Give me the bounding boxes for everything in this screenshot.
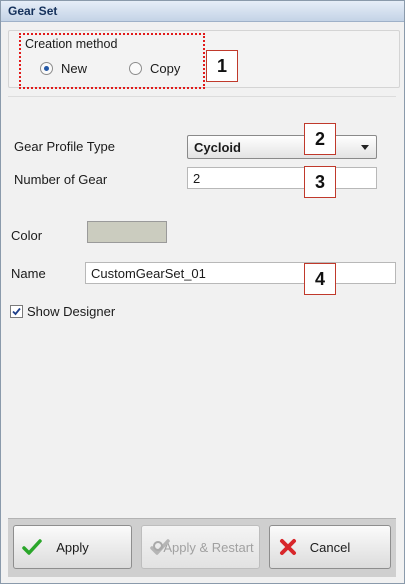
chevron-down-icon[interactable] — [361, 145, 369, 150]
callout-2: 2 — [304, 123, 336, 155]
checkmark-icon — [12, 307, 21, 316]
number-of-gear-value: 2 — [193, 171, 201, 186]
color-swatch[interactable] — [87, 221, 167, 243]
annotation-highlight-box — [19, 33, 205, 89]
name-input[interactable]: CustomGearSet_01 — [85, 262, 396, 284]
name-label: Name — [11, 266, 46, 281]
color-label: Color — [11, 228, 43, 243]
apply-button[interactable]: Apply — [13, 525, 132, 569]
callout-3: 3 — [304, 166, 336, 198]
show-designer-checkbox[interactable]: Show Designer — [10, 304, 115, 319]
section-divider — [8, 96, 396, 97]
close-icon — [278, 538, 298, 559]
check-icon — [22, 538, 42, 559]
apply-restart-button-label: Apply & Restart — [163, 539, 254, 555]
apply-button-label: Apply — [56, 539, 89, 555]
callout-1: 1 — [206, 50, 238, 82]
cancel-button-label: Cancel — [309, 539, 351, 555]
gear-profile-type-value: Cycloid — [194, 140, 241, 155]
panel-title-bar: Gear Set — [1, 1, 404, 22]
name-value: CustomGearSet_01 — [91, 266, 206, 281]
show-designer-label: Show Designer — [27, 304, 116, 319]
gear-profile-type-label: Gear Profile Type — [14, 139, 115, 154]
number-of-gear-input[interactable]: 2 — [187, 167, 377, 189]
number-of-gear-label: Number of Gear — [14, 172, 108, 187]
panel-title: Gear Set — [8, 4, 58, 18]
callout-4: 4 — [304, 263, 336, 295]
apply-restart-button[interactable]: Apply & Restart — [141, 525, 260, 569]
gear-profile-type-dropdown[interactable]: Cycloid — [187, 135, 377, 159]
checkbox-indicator[interactable] — [10, 305, 23, 318]
apply-restart-icon — [150, 538, 170, 559]
cancel-button[interactable]: Cancel — [269, 525, 391, 569]
